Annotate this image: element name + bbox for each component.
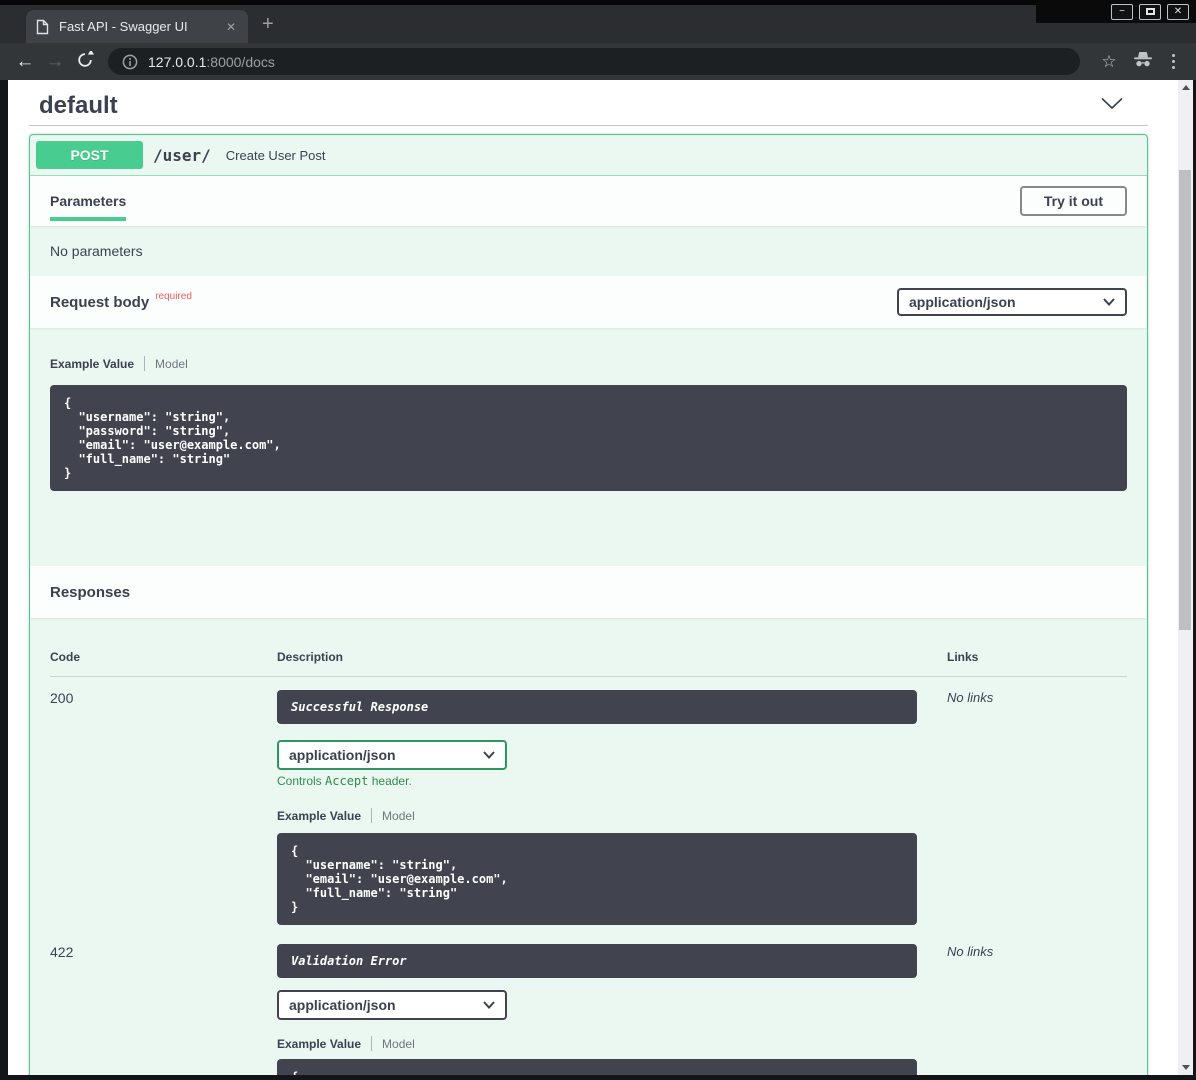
responses-header: Responses — [30, 566, 1147, 618]
model-example-tabs: Example Value Model — [277, 808, 947, 823]
tab-separator — [371, 1036, 372, 1051]
opblock-summary[interactable]: POST /user/ Create User Post — [30, 135, 1147, 176]
code-column-header: Code — [50, 650, 277, 664]
responses-table-header: Code Description Links — [50, 618, 1127, 677]
try-it-out-button[interactable]: Try it out — [1020, 186, 1127, 216]
page-icon — [36, 19, 49, 35]
maximize-icon — [1146, 8, 1155, 15]
tab-title: Fast API - Swagger UI — [59, 19, 224, 34]
bookmark-star-icon[interactable]: ☆ — [1092, 52, 1126, 72]
tag-title: default — [39, 92, 118, 120]
tag-section-header[interactable]: default — [29, 86, 1148, 126]
chevron-down-icon — [483, 1001, 495, 1009]
model-example-tabs: Example Value Model — [277, 1036, 947, 1051]
response-links: No links — [947, 944, 1127, 1075]
response-code: 422 — [50, 944, 277, 1075]
incognito-profile-icon[interactable] — [1126, 51, 1160, 73]
example-value-tab[interactable]: Example Value — [50, 357, 134, 371]
collapse-chevron-icon[interactable] — [1101, 97, 1123, 115]
controls-accept-note: Controls Accept header. — [277, 774, 947, 788]
endpoint-summary: Create User Post — [226, 148, 326, 163]
links-column-header: Links — [947, 650, 1127, 664]
browser-tab[interactable]: Fast API - Swagger UI ✕ — [26, 10, 248, 43]
minimize-button[interactable]: − — [1111, 4, 1133, 20]
required-label: required — [155, 291, 192, 302]
model-tab[interactable]: Model — [155, 357, 188, 371]
method-badge: POST — [36, 141, 143, 169]
response-code: 200 — [50, 690, 277, 925]
endpoint-path: /user/ — [153, 146, 211, 165]
responses-title: Responses — [50, 584, 130, 601]
parameters-header: Parameters Try it out — [30, 176, 1147, 226]
response-description-box: Validation Error — [277, 944, 917, 978]
url-text: 127.0.0.1:8000/docs — [148, 54, 275, 70]
chevron-down-icon — [1103, 298, 1115, 306]
model-tab[interactable]: Model — [382, 1037, 415, 1051]
no-parameters-message: No parameters — [30, 226, 1147, 276]
chevron-down-icon — [483, 751, 495, 759]
tab-separator — [371, 808, 372, 823]
response-content-type-select[interactable]: application/json — [277, 740, 507, 770]
reload-icon[interactable] — [70, 51, 100, 73]
new-tab-button[interactable]: + — [262, 12, 274, 36]
tab-separator — [144, 356, 145, 371]
scroll-up-icon[interactable] — [1178, 80, 1193, 95]
response-content-type-select[interactable]: application/json — [277, 990, 507, 1020]
site-info-icon[interactable] — [122, 54, 138, 70]
scrollbar-thumb[interactable] — [1179, 170, 1191, 630]
responses-table: Code Description Links 200 Successful Re… — [30, 618, 1147, 1075]
description-column-header: Description — [277, 650, 947, 664]
request-example-code: { "username": "string", "password": "str… — [50, 385, 1127, 491]
request-content-type-select[interactable]: application/json — [897, 288, 1127, 316]
model-tab[interactable]: Model — [382, 809, 415, 823]
model-example-tabs: Example Value Model — [50, 356, 1127, 371]
forward-icon[interactable]: → — [40, 52, 70, 71]
request-body-title: Request body — [50, 294, 149, 311]
url-bar[interactable]: 127.0.0.1:8000/docs — [108, 48, 1080, 75]
opblock-post-user: POST /user/ Create User Post Parameters … — [29, 134, 1148, 1075]
browser-menu-icon[interactable] — [1160, 54, 1186, 69]
response-row-200: 200 Successful Response application/json… — [50, 677, 1127, 925]
window-top-border — [0, 0, 1196, 5]
browser-toolbar: ← → 127.0.0.1:8000/docs ☆ — [0, 43, 1196, 80]
response-row-422: 422 Validation Error application/json Ex… — [50, 931, 1127, 1075]
vertical-scrollbar[interactable] — [1178, 80, 1193, 1075]
parameters-tab[interactable]: Parameters — [50, 181, 126, 221]
back-icon[interactable]: ← — [10, 52, 40, 71]
tab-strip: Fast API - Swagger UI ✕ + — [0, 5, 1196, 43]
example-value-tab[interactable]: Example Value — [277, 1037, 361, 1051]
request-body-header: Request body required application/json — [30, 276, 1147, 328]
window-controls: − ✕ — [1111, 4, 1189, 20]
example-value-tab[interactable]: Example Value — [277, 809, 361, 823]
response-links: No links — [947, 690, 1127, 925]
close-window-button[interactable]: ✕ — [1167, 4, 1189, 20]
response-example-code: { "detail": [ — [277, 1059, 917, 1075]
request-body-example-section: Example Value Model { "username": "strin… — [30, 328, 1147, 566]
page-content: default POST /user/ Create User Post Par… — [8, 80, 1178, 1075]
response-description-box: Successful Response — [277, 690, 917, 724]
tab-close-icon[interactable]: ✕ — [224, 20, 238, 34]
response-example-code: { "username": "string", "email": "user@e… — [277, 833, 917, 925]
scroll-down-icon[interactable] — [1178, 1060, 1193, 1075]
maximize-button[interactable] — [1139, 4, 1161, 20]
